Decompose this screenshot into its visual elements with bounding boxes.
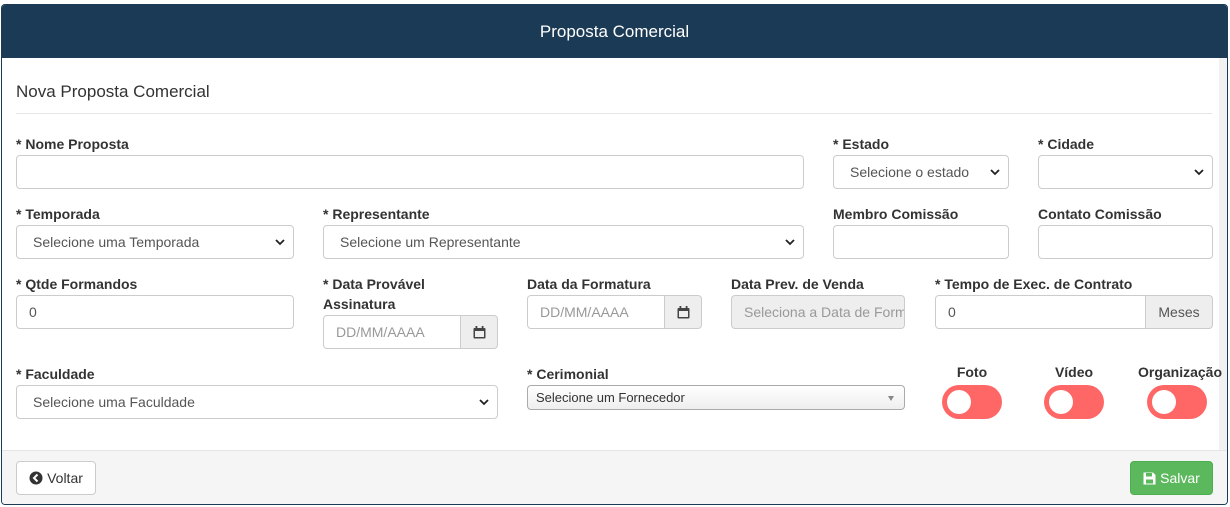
back-button[interactable]: Voltar [16, 461, 96, 495]
toggle-foto-label: Foto [956, 364, 988, 380]
chevron-down-icon [275, 239, 285, 246]
tempo-exec-label: * Tempo de Exec. de Contrato [935, 276, 1133, 292]
chevron-down-icon [990, 169, 1000, 176]
scrollbar[interactable] [1219, 58, 1227, 450]
estado-selected: Selecione o estado [850, 164, 970, 180]
temporada-select[interactable]: Selecione uma Temporada [16, 225, 294, 259]
arrow-circle-left-icon [29, 471, 43, 485]
estado-select[interactable]: Selecione o estado [833, 155, 1009, 189]
divider [16, 113, 1212, 114]
cidade-label: * Cidade [1038, 136, 1095, 152]
data-formatura-input[interactable]: DD/MM/AAAA [527, 295, 665, 329]
data-assinatura-input[interactable]: DD/MM/AAAA [323, 315, 461, 349]
cidade-select[interactable] [1038, 155, 1213, 189]
faculdade-select[interactable]: Selecione uma Faculdade [16, 385, 498, 419]
save-button-label: Salvar [1160, 470, 1200, 486]
toggle-foto[interactable] [942, 385, 1002, 419]
representante-selected: Selecione um Representante [340, 234, 521, 250]
temporada-selected: Selecione uma Temporada [33, 234, 200, 250]
modal-header: Proposta Comercial [2, 5, 1227, 58]
calendar-icon [473, 325, 485, 338]
cerimonial-select[interactable]: Selecione um Fornecedor [527, 385, 905, 410]
representante-label: * Representante [323, 206, 430, 222]
faculdade-selected: Selecione uma Faculdade [33, 394, 195, 410]
nome-proposta-label: * Nome Proposta [16, 136, 129, 152]
contato-comissao-label: Contato Comissão [1038, 206, 1162, 222]
calendar-button[interactable] [664, 295, 702, 329]
data-assinatura-label-1: * Data Provável [323, 276, 425, 292]
data-assinatura-label-2: Assinatura [323, 296, 396, 312]
data-formatura-placeholder: DD/MM/AAAA [540, 304, 629, 320]
toggle-video[interactable] [1044, 385, 1104, 419]
section-title: Nova Proposta Comercial [16, 82, 210, 101]
qtde-formandos-input[interactable]: 0 [16, 295, 294, 329]
temporada-label: * Temporada [16, 206, 100, 222]
proposal-modal: Proposta Comercial Nova Proposta Comerci… [1, 4, 1228, 505]
contato-comissao-input[interactable] [1038, 225, 1213, 259]
data-prev-venda-input: Seleciona a Data de Formatura [731, 295, 905, 329]
meses-addon: Meses [1145, 295, 1213, 329]
modal-title: Proposta Comercial [539, 21, 690, 41]
toggle-organizacao-label: Organização [1137, 364, 1223, 380]
nome-proposta-input[interactable] [16, 155, 804, 189]
data-formatura-label: Data da Formatura [527, 276, 651, 292]
cerimonial-label: * Cerimonial [527, 366, 609, 382]
back-button-label: Voltar [47, 470, 83, 486]
data-prev-venda-label: Data Prev. de Venda [731, 276, 864, 292]
representante-select[interactable]: Selecione um Representante [323, 225, 804, 259]
floppy-disk-icon [1143, 472, 1156, 484]
estado-label: * Estado [833, 136, 890, 152]
toggle-organizacao[interactable] [1147, 385, 1207, 419]
caret-down-icon [888, 396, 894, 401]
save-button[interactable]: Salvar [1130, 461, 1213, 495]
toggle-knob [1049, 390, 1073, 414]
chevron-down-icon [479, 399, 489, 406]
toggle-video-label: Vídeo [1054, 364, 1094, 380]
cerimonial-selected: Selecione um Fornecedor [536, 390, 685, 405]
data-assinatura-placeholder: DD/MM/AAAA [336, 324, 425, 340]
membro-comissao-label: Membro Comissão [833, 206, 959, 222]
calendar-button[interactable] [460, 315, 498, 349]
toggle-knob [947, 390, 971, 414]
calendar-icon [677, 305, 689, 318]
tempo-exec-input[interactable]: 0 [935, 295, 1146, 329]
modal-footer: Voltar Salvar [2, 450, 1227, 504]
toggle-knob [1152, 390, 1176, 414]
chevron-down-icon [785, 239, 795, 246]
qtde-formandos-label: * Qtde Formandos [16, 276, 138, 292]
chevron-down-icon [1194, 169, 1204, 176]
faculdade-label: * Faculdade [16, 366, 95, 382]
membro-comissao-input[interactable] [833, 225, 1009, 259]
